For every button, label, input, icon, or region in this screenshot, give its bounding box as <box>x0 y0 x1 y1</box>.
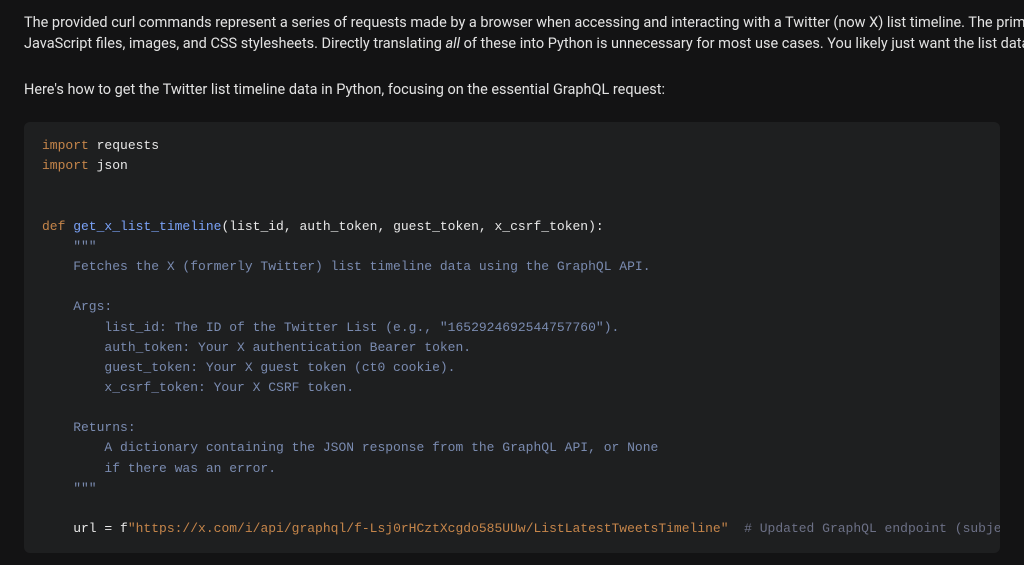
url-string: "https://x.com/i/api/graphql/f-Lsj0rHCzt… <box>128 521 729 536</box>
url-assign: url = f <box>42 521 128 536</box>
docstring-arg4: x_csrf_token: Your X CSRF token. <box>42 380 354 395</box>
intro-line2b: of these into Python is unnecessary for … <box>460 35 1024 52</box>
mod-requests: requests <box>89 138 159 153</box>
docstring-open: """ <box>42 239 97 254</box>
sub-text: Here's how to get the Twitter list timel… <box>24 81 665 98</box>
docstring-arg1: list_id: The ID of the Twitter List (e.g… <box>42 320 619 335</box>
intro-line2a: JavaScript files, images, and CSS styles… <box>24 35 446 52</box>
response-container: The provided curl commands represent a s… <box>0 0 1024 565</box>
code-block[interactable]: import requests import json def get_x_li… <box>24 122 1000 553</box>
kw-def: def <box>42 219 65 234</box>
kw-import: import <box>42 138 89 153</box>
docstring-close: """ <box>42 481 97 496</box>
sub-paragraph: Here's how to get the Twitter list timel… <box>24 80 1000 100</box>
docstring-arg2: auth_token: Your X authentication Bearer… <box>42 340 471 355</box>
docstring-line: Fetches the X (formerly Twitter) list ti… <box>42 259 651 274</box>
mod-json: json <box>89 158 128 173</box>
url-comment: # Updated GraphQL endpoint (subject to c… <box>729 521 1000 536</box>
docstring-arg3: guest_token: Your X guest token (ct0 coo… <box>42 360 455 375</box>
docstring-args: Args: <box>42 299 112 314</box>
intro-paragraph: The provided curl commands represent a s… <box>24 12 1000 54</box>
intro-line1: The provided curl commands represent a s… <box>24 14 1024 31</box>
fn-name: get_x_list_timeline <box>65 219 221 234</box>
docstring-ret2: if there was an error. <box>42 461 276 476</box>
fn-params: (list_id, auth_token, guest_token, x_csr… <box>221 219 603 234</box>
kw-import: import <box>42 158 89 173</box>
docstring-ret1: A dictionary containing the JSON respons… <box>42 440 658 455</box>
intro-em: all <box>446 35 461 52</box>
docstring-returns: Returns: <box>42 420 136 435</box>
